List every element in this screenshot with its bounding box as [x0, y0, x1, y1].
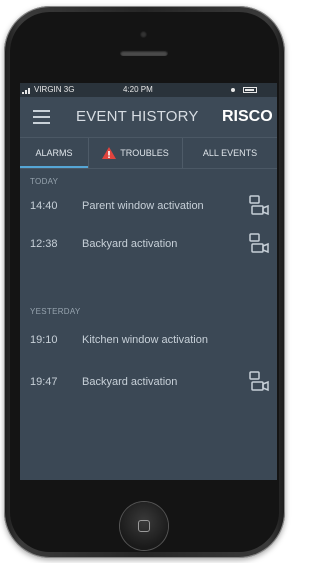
app-header: EVENT HISTORY RISCO — [20, 97, 277, 138]
event-time: 14:40 — [30, 200, 58, 212]
tab-all-events-label: ALL EVENTS — [202, 148, 258, 158]
event-row[interactable]: 14:40 Parent window activation — [20, 193, 277, 219]
event-row[interactable]: 12:38 Backyard activation — [20, 231, 277, 257]
event-description: Kitchen window activation — [82, 334, 208, 346]
event-description: Parent window activation — [82, 200, 204, 212]
tab-troubles[interactable]: TROUBLES — [88, 138, 183, 168]
tab-all-events[interactable]: ALL EVENTS — [183, 138, 277, 168]
status-bar: VIRGIN 3G 4:20 PM — [20, 83, 277, 97]
event-time: 19:10 — [30, 334, 58, 346]
hamburger-menu-icon[interactable] — [33, 110, 50, 124]
camera-icon[interactable] — [248, 370, 270, 392]
tab-troubles-label: TROUBLES — [120, 148, 169, 158]
status-time: 4:20 PM — [123, 85, 153, 94]
alarm-dot-icon — [231, 88, 235, 92]
section-header-yesterday: YESTERDAY — [30, 307, 81, 316]
home-square-icon — [138, 520, 150, 532]
tab-alarms[interactable]: ALARMS — [20, 138, 88, 168]
carrier-name: VIRGIN 3G — [34, 83, 74, 97]
home-button[interactable] — [120, 502, 168, 550]
event-description: Backyard activation — [82, 376, 178, 388]
carrier-label: VIRGIN — [34, 85, 62, 94]
tab-alarms-label: ALARMS — [35, 148, 73, 158]
earpiece-speaker — [120, 50, 168, 56]
event-tabs: ALARMS TROUBLES ALL EVENTS — [20, 138, 277, 169]
event-row[interactable]: 19:47 Backyard activation — [20, 369, 277, 395]
front-camera — [140, 31, 147, 38]
page-title: EVENT HISTORY — [76, 108, 199, 125]
event-description: Backyard activation — [82, 238, 178, 250]
event-row[interactable]: 19:10 Kitchen window activation — [20, 327, 277, 353]
warning-icon — [102, 146, 117, 159]
camera-icon[interactable] — [248, 232, 270, 254]
battery-icon — [243, 87, 257, 93]
section-header-today: TODAY — [30, 177, 59, 186]
risco-logo: RISCO — [222, 108, 273, 125]
event-time: 12:38 — [30, 238, 58, 250]
camera-icon[interactable] — [248, 194, 270, 216]
network-type: 3G — [63, 85, 75, 94]
app-screen: VIRGIN 3G 4:20 PM EVENT HISTORY RISCO AL… — [20, 83, 277, 480]
signal-icon — [22, 88, 30, 94]
event-time: 19:47 — [30, 376, 58, 388]
